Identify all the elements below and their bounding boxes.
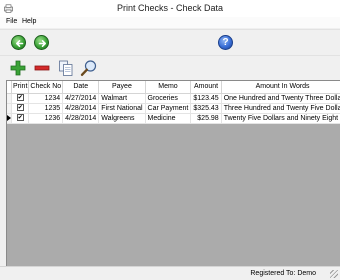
navigation-bar: ? (0, 29, 340, 55)
minus-icon (34, 65, 50, 71)
arrow-right-icon (38, 40, 46, 47)
registration-status: Registered To: Demo (250, 270, 316, 277)
print-checkbox-cell[interactable]: ✔ (11, 103, 30, 114)
amount-in-words-cell[interactable]: Three Hundred and Twenty Five Dolla (221, 103, 340, 114)
table-row[interactable]: ✔ 1234 4/27/2014 Walmart Groceries $123.45 One… (7, 93, 340, 104)
menu-help[interactable]: Help (22, 18, 36, 25)
print-checkbox[interactable]: ✔ (16, 94, 24, 102)
column-header-amount-in-words[interactable]: Amount In Words (221, 81, 340, 94)
plus-icon (10, 60, 26, 76)
amount-in-words-cell[interactable]: Twenty Five Dollars and Ninety Eight (221, 113, 340, 124)
date-cell[interactable]: 4/27/2014 (62, 93, 100, 104)
print-checkbox[interactable]: ✔ (16, 104, 24, 112)
search-button[interactable] (80, 59, 98, 77)
forward-button[interactable] (34, 35, 49, 50)
toolbar (0, 55, 340, 79)
payee-cell[interactable]: Walgreens (98, 113, 146, 124)
window-title: Print Checks - Check Data (116, 3, 224, 13)
check-no-cell[interactable]: 1236 (28, 113, 64, 124)
title-bar: Print Checks - Check Data (0, 0, 340, 17)
date-cell[interactable]: 4/28/2014 (62, 113, 100, 124)
current-row-indicator (7, 114, 11, 121)
amount-cell[interactable]: $25.98 (190, 113, 222, 124)
check-no-cell[interactable]: 1235 (28, 103, 64, 114)
amount-cell[interactable]: $325.43 (190, 103, 222, 114)
menu-file[interactable]: File (6, 18, 17, 25)
print-checkbox-cell[interactable]: ✔ (11, 113, 30, 124)
table-row[interactable]: ✔ 1235 4/28/2014 First National Car Payment $… (7, 103, 340, 114)
table-row[interactable]: ✔ 1236 4/28/2014 Walgreens Medicine $25.98 Twe… (7, 113, 340, 124)
memo-cell[interactable]: Groceries (145, 93, 192, 104)
date-cell[interactable]: 4/28/2014 (62, 103, 100, 114)
magnifier-icon (80, 60, 97, 77)
print-checkbox-cell[interactable]: ✔ (11, 93, 30, 104)
column-header-print[interactable]: Print (11, 81, 30, 94)
copy-icon (59, 60, 73, 76)
column-header-memo[interactable]: Memo (145, 81, 192, 94)
column-header-date[interactable]: Date (62, 81, 100, 94)
memo-cell[interactable]: Car Payment (145, 103, 192, 114)
remove-button[interactable] (33, 59, 51, 77)
help-icon: ? (222, 37, 229, 48)
check-data-grid: Print Check No Date Payee Memo Amount Am… (6, 80, 340, 266)
add-button[interactable] (9, 59, 27, 77)
amount-cell[interactable]: $123.45 (190, 93, 222, 104)
header-row: Print Check No Date Payee Memo Amount Am… (7, 81, 340, 94)
arrow-left-icon (16, 40, 24, 47)
print-checkbox[interactable]: ✔ (16, 114, 24, 122)
copy-button[interactable] (57, 59, 75, 77)
status-bar: Registered To: Demo (0, 266, 340, 280)
back-button[interactable] (11, 35, 26, 50)
resize-grip[interactable] (330, 270, 338, 278)
help-button[interactable]: ? (218, 35, 233, 50)
memo-cell[interactable]: Medicine (145, 113, 192, 124)
column-header-amount[interactable]: Amount (190, 81, 222, 94)
menu-bar: File Help (0, 17, 340, 28)
check-no-cell[interactable]: 1234 (28, 93, 64, 104)
payee-cell[interactable]: First National (98, 103, 146, 114)
check-table: Print Check No Date Payee Memo Amount Am… (7, 81, 340, 124)
column-header-payee[interactable]: Payee (98, 81, 146, 94)
column-header-check-no[interactable]: Check No (28, 81, 64, 94)
payee-cell[interactable]: Walmart (98, 93, 146, 104)
amount-in-words-cell[interactable]: One Hundred and Twenty Three Dolla (221, 93, 340, 104)
